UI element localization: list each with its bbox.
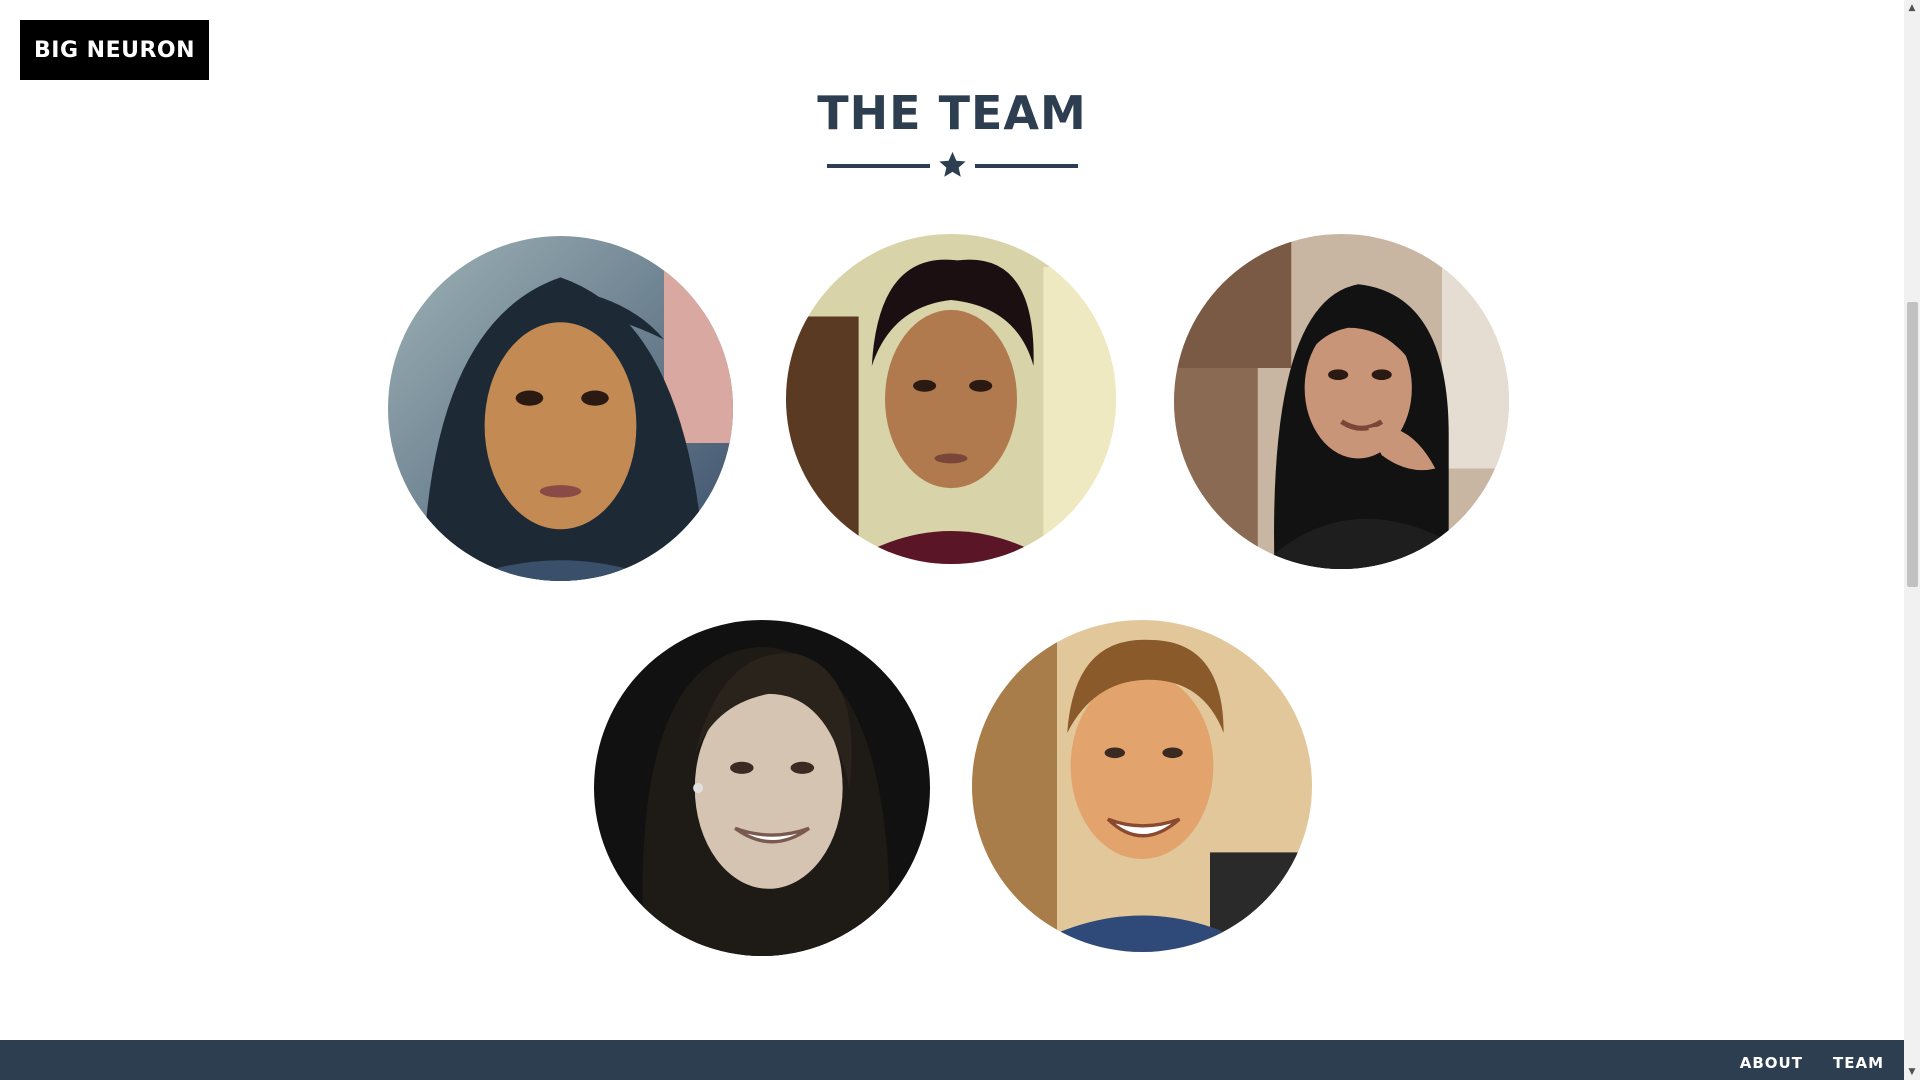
- footer-link-team[interactable]: TEAM: [1833, 1054, 1884, 1072]
- portrait-photo: [786, 234, 1116, 564]
- brand-logo-button[interactable]: BIG NEURON: [20, 20, 209, 80]
- footer-bar: ABOUT TEAM: [0, 1040, 1904, 1080]
- team-member-photo: [594, 620, 930, 956]
- star-icon: [939, 151, 966, 177]
- scrollbar-thumb[interactable]: [1907, 302, 1918, 587]
- team-member-photo: [972, 620, 1312, 952]
- portrait-photo: [1174, 234, 1509, 569]
- portrait-photo: [972, 620, 1312, 952]
- team-member-photo: [786, 234, 1116, 564]
- footer-link-about[interactable]: ABOUT: [1740, 1054, 1803, 1072]
- portrait-photo: [594, 620, 930, 956]
- scroll-up-icon[interactable]: ▲: [1904, 0, 1920, 16]
- vertical-scrollbar[interactable]: ▲ ▼: [1904, 0, 1920, 1080]
- section-title: THE TEAM: [817, 86, 1087, 140]
- title-divider: [827, 150, 1078, 180]
- team-member-photo: [1174, 234, 1509, 569]
- divider-line-right: [975, 164, 1078, 168]
- footer-nav: ABOUT TEAM: [1740, 1054, 1884, 1072]
- divider-line-left: [827, 164, 930, 168]
- page: BIG NEURON THE TEAM ABOUT TEAM ▲ ▼: [0, 0, 1920, 1080]
- scroll-down-icon[interactable]: ▼: [1904, 1064, 1920, 1080]
- team-member-photo: [388, 236, 733, 581]
- portrait-photo: [388, 236, 733, 581]
